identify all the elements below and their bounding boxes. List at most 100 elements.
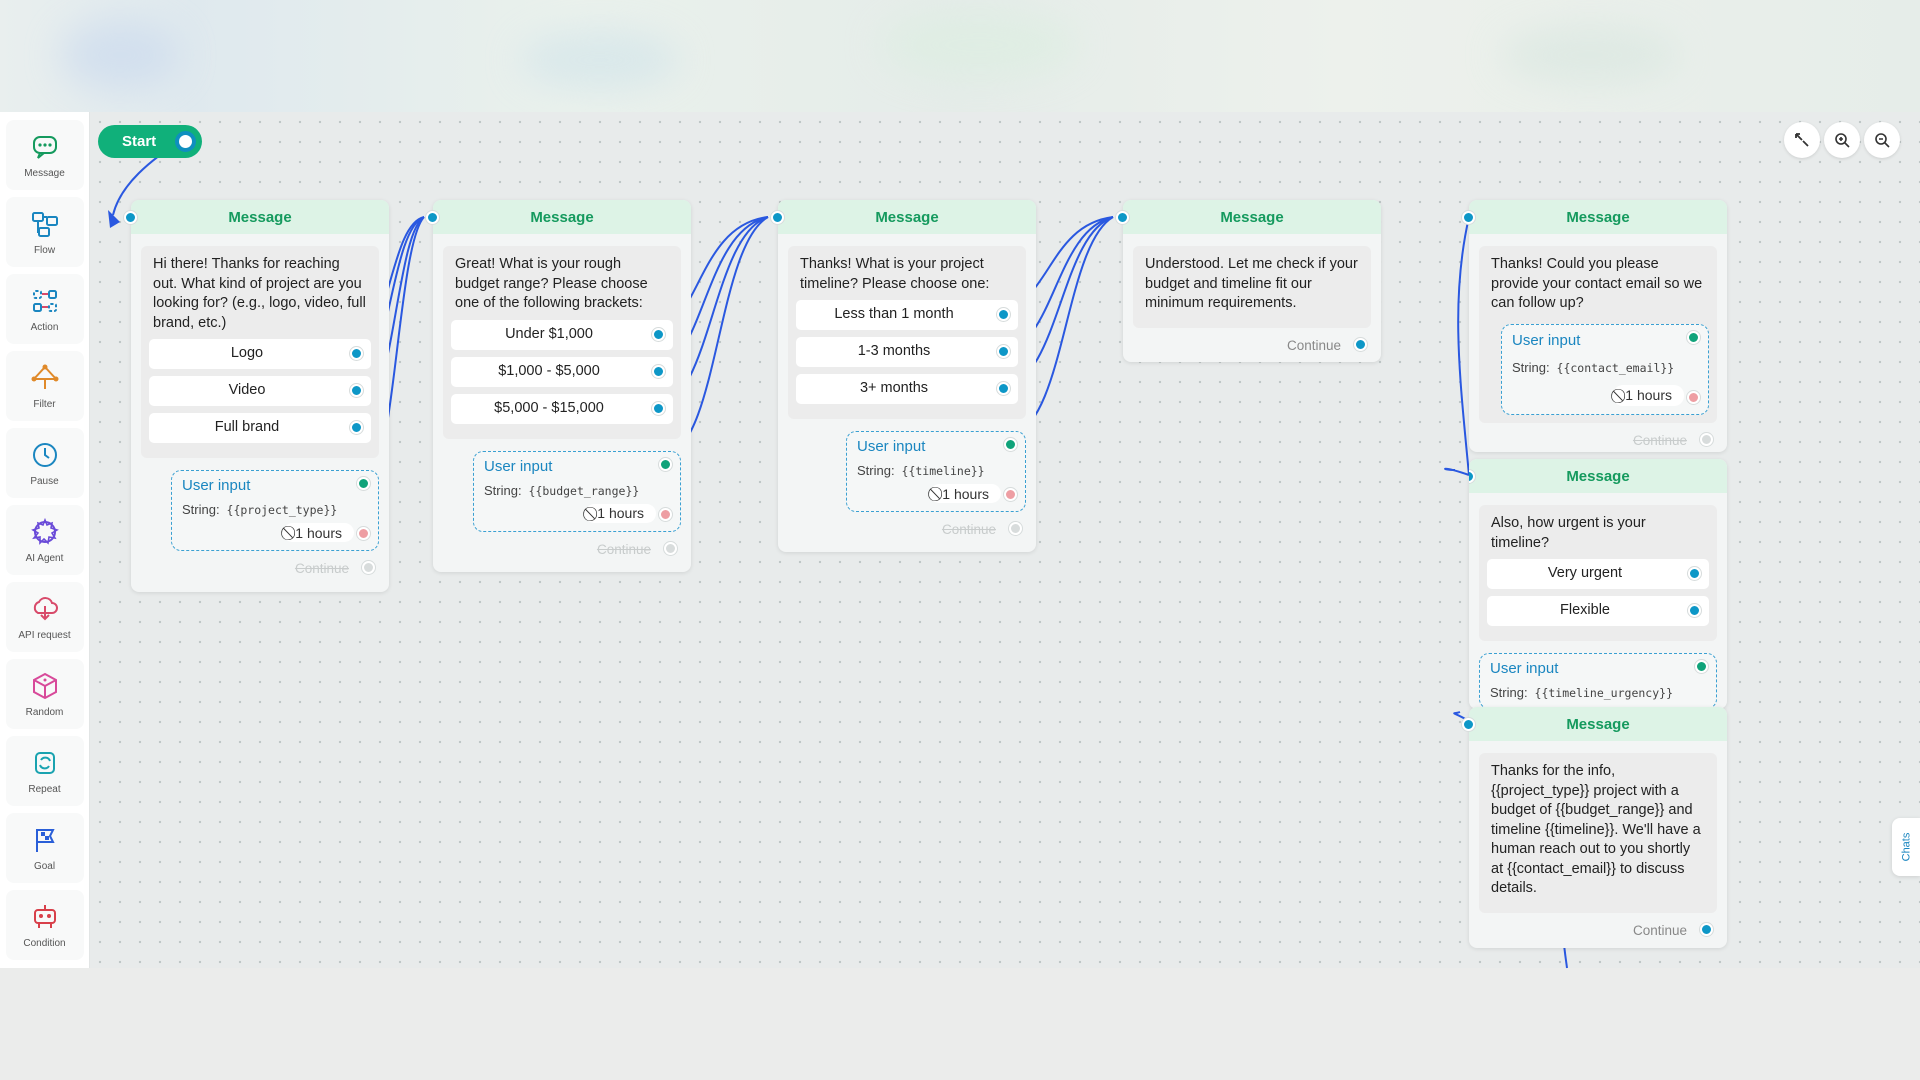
palette-item-filter[interactable]: Filter <box>5 351 84 421</box>
user-input-variable: String: {{budget_range}} <box>484 482 640 498</box>
choice-output-port[interactable] <box>997 382 1010 395</box>
zoom-in-button[interactable] <box>1824 122 1860 158</box>
palette-item-ai-agent[interactable]: AI Agent <box>5 505 84 575</box>
user-input-output-port[interactable] <box>357 477 370 490</box>
message-bubble[interactable]: Thanks for the info, {{project_type}} pr… <box>1479 753 1717 913</box>
timeout-output-port[interactable] <box>1687 391 1700 404</box>
message-node-contact-email[interactable]: Message Thanks! Could you please provide… <box>1462 200 1727 452</box>
user-input-block[interactable]: User input String: {{timeline}} ⃠1 hours <box>846 431 1026 512</box>
choice-label: Very urgent <box>1547 565 1623 582</box>
message-bubble[interactable]: Understood. Let me check if your budget … <box>1133 246 1371 328</box>
palette-item-message[interactable]: Message <box>5 120 84 190</box>
continue-output[interactable]: Continue <box>1479 913 1717 950</box>
zoom-out-button[interactable] <box>1864 122 1900 158</box>
continue-port[interactable] <box>1700 433 1713 446</box>
node-input-port[interactable] <box>426 211 439 224</box>
choice-button[interactable]: $1,000 - $5,000 <box>451 356 673 387</box>
palette-item-random[interactable]: Random <box>5 659 84 729</box>
choice-output-port[interactable] <box>1688 604 1701 617</box>
palette-item-condition[interactable]: Condition <box>5 890 84 960</box>
palette-item-flow[interactable]: Flow <box>5 197 84 267</box>
choice-button[interactable]: Flexible <box>1487 596 1709 626</box>
palette-item-action[interactable]: Action <box>5 274 84 344</box>
choice-button[interactable]: Logo <box>149 339 371 369</box>
continue-output[interactable]: Continue <box>1133 328 1371 365</box>
timeout-badge[interactable]: ⃠1 hours <box>1613 384 1684 406</box>
message-bubble[interactable]: Also, how urgent is your timeline? Very … <box>1479 505 1717 641</box>
message-bubble[interactable]: Thanks! What is your project timeline? P… <box>788 246 1026 419</box>
timeout-output-port[interactable] <box>357 527 370 540</box>
message-node-timeline[interactable]: Message Thanks! What is your project tim… <box>771 200 1036 552</box>
start-output-port[interactable] <box>175 131 196 152</box>
choice-output-port[interactable] <box>997 345 1010 358</box>
user-input-block[interactable]: User input String: {{budget_range}} ⃠1 h… <box>473 450 681 532</box>
palette-item-pause[interactable]: Pause <box>5 428 84 498</box>
palette-item-label: Goal <box>33 860 56 872</box>
message-node-budget-range[interactable]: Message Great! What is your rough budget… <box>426 200 691 572</box>
chats-tab[interactable]: Chats <box>1892 818 1920 876</box>
node-input-port[interactable] <box>1116 211 1129 224</box>
node-input-port[interactable] <box>124 211 137 224</box>
choice-output-port[interactable] <box>350 347 363 360</box>
choice-button[interactable]: Very urgent <box>1487 559 1709 589</box>
user-input-output-port[interactable] <box>1687 330 1700 344</box>
message-node-summary[interactable]: Message Thanks for the info, {{project_t… <box>1462 707 1727 950</box>
user-input-output-port[interactable] <box>1004 438 1017 451</box>
choice-button[interactable]: $5,000 - $15,000 <box>451 393 673 424</box>
timeout-output-port[interactable] <box>1004 488 1017 501</box>
flow-icon <box>31 211 58 237</box>
message-node-timeline-urgency[interactable]: Message Also, how urgent is your timelin… <box>1469 459 1727 709</box>
choice-output-port[interactable] <box>350 384 363 397</box>
message-bubble[interactable]: Thanks! Could you please provide your co… <box>1479 246 1717 423</box>
message-text: Thanks! Could you please provide your co… <box>1491 256 1703 311</box>
timeout-badge[interactable]: ⃠1 hours <box>585 503 656 523</box>
user-input-block[interactable]: User input String: {{timeline_urgency}} <box>1479 653 1717 709</box>
node-input-port[interactable] <box>771 211 784 224</box>
choice-button[interactable]: Less than 1 month <box>796 300 1018 330</box>
palette-item-label: Action <box>30 321 59 333</box>
message-node-project-type[interactable]: Message Hi there! Thanks for reaching ou… <box>124 200 389 592</box>
palette-item-label: Condition <box>23 937 66 949</box>
node-input-port[interactable] <box>1462 718 1475 731</box>
node-header: Message <box>778 200 1036 234</box>
choice-output-port[interactable] <box>350 421 363 434</box>
continue-port[interactable] <box>1700 922 1713 936</box>
user-input-output-port[interactable] <box>1695 660 1708 673</box>
user-input-block[interactable]: User input String: {{contact_email}} ⃠1 … <box>1501 323 1709 415</box>
user-input-output-port[interactable] <box>659 457 672 471</box>
continue-port[interactable] <box>1009 522 1022 535</box>
fit-view-button[interactable] <box>1784 122 1820 158</box>
continue-port[interactable] <box>1354 337 1367 351</box>
choice-button[interactable]: Video <box>149 376 371 406</box>
user-input-title: User input <box>857 438 926 455</box>
choice-button[interactable]: 3+ months <box>796 374 1018 404</box>
continue-port[interactable] <box>664 541 677 555</box>
choice-output-port[interactable] <box>652 401 665 415</box>
message-node-check-requirements[interactable]: Message Understood. Let me check if your… <box>1116 200 1381 365</box>
user-input-block[interactable]: User input String: {{project_type}} ⃠1 h… <box>171 470 379 551</box>
choice-output-port[interactable] <box>652 364 665 378</box>
choice-button[interactable]: 1-3 months <box>796 337 1018 367</box>
timeout-badge[interactable]: ⃠1 hours <box>930 484 1001 503</box>
palette-item-api-request[interactable]: API request <box>5 582 84 652</box>
continue-output[interactable]: Continue <box>141 551 379 588</box>
node-input-port[interactable] <box>1462 211 1475 224</box>
timeout-output-port[interactable] <box>659 507 672 521</box>
continue-port[interactable] <box>362 561 375 574</box>
timeout-badge[interactable]: ⃠1 hours <box>283 523 354 542</box>
message-text: Also, how urgent is your timeline? <box>1491 515 1646 551</box>
continue-output[interactable]: Continue <box>1479 423 1717 460</box>
choice-output-port[interactable] <box>997 308 1010 321</box>
choice-output-port[interactable] <box>652 327 665 341</box>
message-bubble[interactable]: Great! What is your rough budget range? … <box>443 246 681 439</box>
canvas-controls <box>1784 122 1900 158</box>
palette-item-goal[interactable]: Goal <box>5 813 84 883</box>
choice-button[interactable]: Full brand <box>149 413 371 443</box>
choice-output-port[interactable] <box>1688 567 1701 580</box>
palette-item-repeat[interactable]: Repeat <box>5 736 84 806</box>
start-node[interactable]: Start <box>98 125 202 158</box>
continue-output[interactable]: Continue <box>443 532 681 569</box>
choice-button[interactable]: Under $1,000 <box>451 319 673 350</box>
message-bubble[interactable]: Hi there! Thanks for reaching out. What … <box>141 246 379 458</box>
continue-output[interactable]: Continue <box>788 512 1026 549</box>
